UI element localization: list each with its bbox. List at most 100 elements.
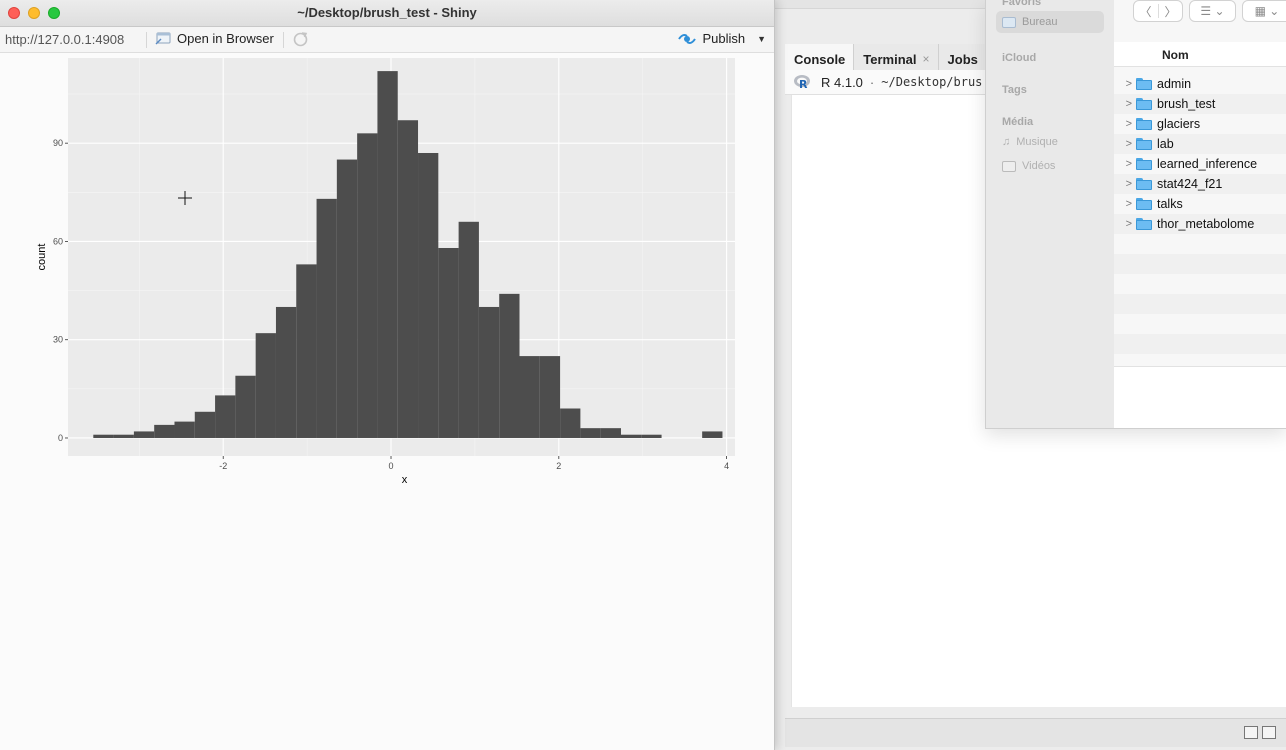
r-logo-icon: R xyxy=(794,75,810,91)
chevron-right-icon[interactable]: > xyxy=(1114,198,1132,210)
chevron-right-icon[interactable]: 〉 xyxy=(1165,3,1177,20)
folder-icon xyxy=(1136,218,1152,230)
folder-name: admin xyxy=(1157,77,1192,91)
sidebar-header-media: Média xyxy=(1002,116,1034,128)
folder-icon xyxy=(1136,78,1152,90)
y-tick-label: 0 xyxy=(58,433,63,443)
histogram-bar xyxy=(154,424,175,438)
tab-console[interactable]: Console xyxy=(785,44,855,70)
tab-jobs[interactable]: Jobs xyxy=(939,44,987,70)
publish-button[interactable]: Publish ▼ xyxy=(678,31,766,46)
histogram-bar xyxy=(397,120,419,438)
grid-view-icon: ▦ ⌄ xyxy=(1254,4,1280,18)
histogram-bar xyxy=(377,71,398,438)
histogram-bar xyxy=(215,395,236,438)
desktop-icon xyxy=(1002,16,1016,28)
refresh-icon[interactable] xyxy=(292,31,309,48)
column-header-name: Nom xyxy=(1162,48,1189,62)
histogram-bar xyxy=(235,375,256,438)
histogram-bar xyxy=(458,221,479,438)
chevron-left-icon[interactable]: 〈 xyxy=(1139,3,1151,20)
chevron-right-icon[interactable]: > xyxy=(1114,78,1132,90)
caret-down-icon[interactable]: ▼ xyxy=(757,34,766,44)
folder-name: lab xyxy=(1157,137,1174,151)
list-item[interactable]: > brush_test xyxy=(1114,94,1286,114)
publish-icon xyxy=(678,33,697,44)
chevron-right-icon[interactable]: > xyxy=(1114,118,1132,130)
histogram-bar xyxy=(296,264,317,438)
list-item[interactable]: > learned_inference xyxy=(1114,154,1286,174)
tab-jobs-label: Jobs xyxy=(947,51,978,67)
tab-console-label: Console xyxy=(794,51,846,67)
sidebar-item-music[interactable]: ♫ Musique xyxy=(1002,136,1058,148)
chevron-right-icon[interactable]: > xyxy=(1114,178,1132,190)
list-item[interactable]: > talks xyxy=(1114,194,1286,214)
histogram-bar xyxy=(275,306,297,438)
list-item[interactable]: > thor_metabolome xyxy=(1114,214,1286,234)
divider xyxy=(283,32,284,48)
sidebar-item-label: Vidéos xyxy=(1022,160,1056,172)
film-icon xyxy=(1002,160,1016,172)
window-title: ~/Desktop/brush_test - Shiny xyxy=(297,5,477,20)
histogram-bar xyxy=(438,247,459,438)
x-tick-label: 2 xyxy=(556,461,561,471)
chevron-right-icon[interactable]: > xyxy=(1114,98,1132,110)
y-tick-label: 90 xyxy=(53,138,63,148)
histogram-plot[interactable]: -2 0 2 4 0 30 60 90 x count xyxy=(0,52,774,502)
console-separator: · xyxy=(869,74,875,90)
sidebar-item-videos[interactable]: Vidéos xyxy=(1002,160,1055,172)
tab-terminal[interactable]: Terminal × xyxy=(854,44,939,70)
histogram-bar xyxy=(93,434,114,438)
sidebar-header-favorites: Favoris xyxy=(1002,0,1042,8)
x-tick-label: -2 xyxy=(219,461,227,471)
finder-toolbar: 〈 〉 ☰ ⌄ ▦ ⌄ xyxy=(1114,0,1286,28)
sidebar-item-bureau[interactable]: Bureau xyxy=(996,11,1104,33)
close-icon[interactable]: × xyxy=(923,52,930,66)
chevron-right-icon[interactable]: > xyxy=(1114,218,1132,230)
list-item[interactable]: > glaciers xyxy=(1114,114,1286,134)
histogram-bar xyxy=(580,428,601,438)
list-view-button[interactable]: ☰ ⌄ xyxy=(1189,0,1236,22)
finder-sidebar: Favoris Bureau iCloud Tags Média ♫ Musiq… xyxy=(986,0,1114,428)
list-item[interactable]: > stat424_f21 xyxy=(1114,174,1286,194)
folder-icon xyxy=(1136,198,1152,210)
tab-terminal-label: Terminal xyxy=(863,51,917,67)
y-tick-label: 60 xyxy=(53,236,63,246)
finder-preview-area xyxy=(1114,366,1286,428)
svg-text:R: R xyxy=(799,78,808,91)
r-version: R 4.1.0 xyxy=(821,74,863,90)
finder-window: Favoris Bureau iCloud Tags Média ♫ Musiq… xyxy=(985,0,1286,429)
folder-icon xyxy=(1136,138,1152,150)
histogram-bar xyxy=(113,434,134,438)
chevron-right-icon[interactable]: > xyxy=(1114,158,1132,170)
rstudio-statusbar xyxy=(785,718,1286,747)
histogram-bar xyxy=(560,408,581,438)
title-bar[interactable]: ~/Desktop/brush_test - Shiny xyxy=(0,0,774,27)
grid-view-button[interactable]: ▦ ⌄ xyxy=(1242,0,1286,22)
maximize-pane-icon[interactable] xyxy=(1262,726,1276,739)
browser-window-icon xyxy=(155,32,171,45)
list-item[interactable]: > admin xyxy=(1114,74,1286,94)
histogram-bar xyxy=(600,428,621,438)
histogram-bar xyxy=(702,431,723,438)
histogram-bar xyxy=(499,293,520,438)
back-forward-buttons[interactable]: 〈 〉 xyxy=(1133,0,1183,22)
divider xyxy=(1157,4,1159,18)
chevron-right-icon[interactable]: > xyxy=(1114,138,1132,150)
folder-list: > admin > brush_test > glaciers > lab > learn… xyxy=(1114,74,1286,234)
list-item[interactable]: > lab xyxy=(1114,134,1286,154)
folder-icon xyxy=(1136,98,1152,110)
minimize-pane-icon[interactable] xyxy=(1244,726,1258,739)
sidebar-item-label: Bureau xyxy=(1022,16,1058,28)
url-field[interactable]: http://127.0.0.1:4908 xyxy=(5,32,124,47)
histogram-bar xyxy=(478,306,500,438)
y-axis-title: count xyxy=(36,244,48,271)
open-in-browser-button[interactable]: Open in Browser xyxy=(155,31,274,46)
console-working-dir[interactable]: ~/Desktop/brus xyxy=(881,75,982,89)
histogram-bar xyxy=(133,431,155,438)
crosshair-cursor-icon xyxy=(178,191,192,205)
shiny-window: ~/Desktop/brush_test - Shiny http://127.… xyxy=(0,0,775,750)
histogram-bar xyxy=(357,133,378,438)
column-header[interactable]: Nom xyxy=(1114,42,1286,67)
publish-label: Publish xyxy=(702,31,746,46)
